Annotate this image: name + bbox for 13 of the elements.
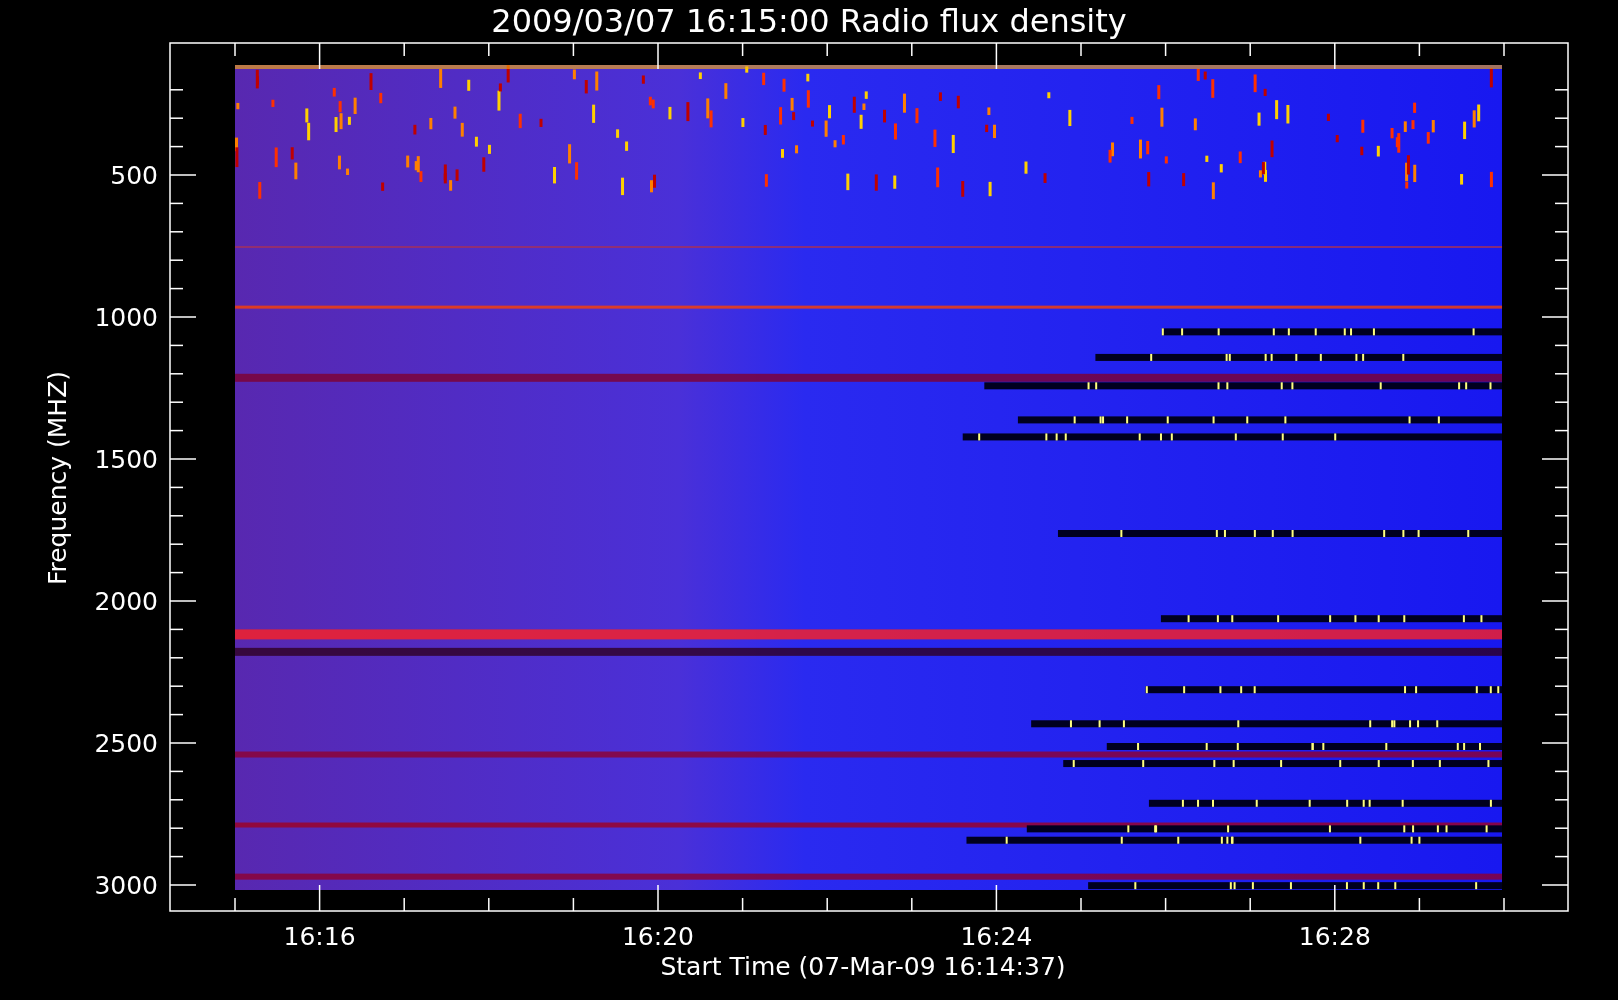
axis-tick-label: 1000 xyxy=(94,303,158,332)
axis-tick-label: 16:20 xyxy=(622,922,694,951)
chart-title: 2009/03/07 16:15:00 Radio flux density xyxy=(491,1,1127,42)
y-axis-label: Frequency (MHZ) xyxy=(43,370,72,586)
axis-tick-label: 2500 xyxy=(94,729,158,758)
axis-tick-label: 16:24 xyxy=(960,922,1033,951)
axis-tick-label: 2000 xyxy=(94,587,158,616)
x-axis-label: Start Time (07-Mar-09 16:14:37) xyxy=(660,952,1066,981)
axis-tick-label: 1500 xyxy=(94,445,158,474)
axis-tick-label: 500 xyxy=(110,161,158,190)
axis-tick-label: 16:16 xyxy=(283,922,356,951)
axis-tick-label: 3000 xyxy=(94,871,158,900)
axis-tick-label: 16:28 xyxy=(1298,922,1371,951)
